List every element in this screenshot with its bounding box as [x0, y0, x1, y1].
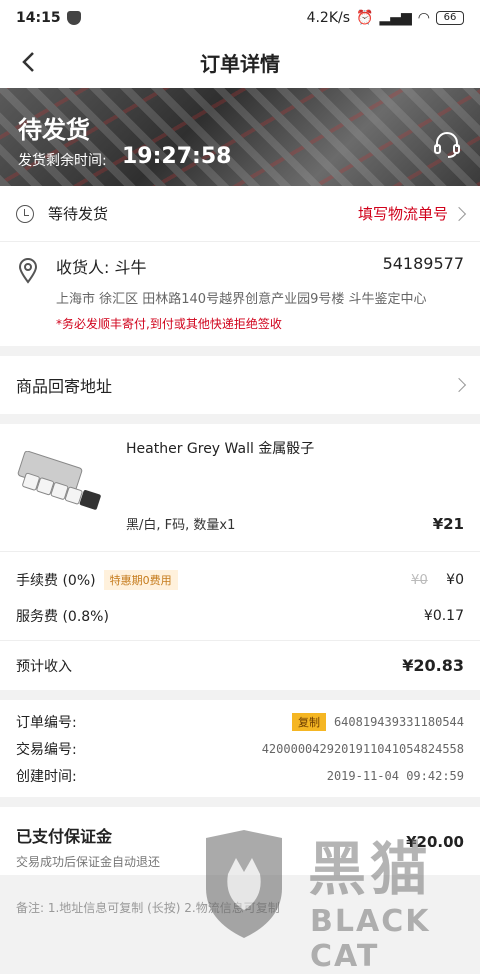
- clock-icon: [16, 204, 34, 223]
- divider: [0, 346, 480, 356]
- shield-icon: [66, 11, 81, 25]
- fill-tracking-number-label: 填写物流单号: [357, 205, 448, 223]
- shipping-warning: *务必发顺丰寄付,到付或其他快递拒绝签收: [56, 317, 282, 331]
- location-pin-icon: [18, 258, 38, 284]
- alarm-icon: ⏰: [356, 10, 374, 26]
- trade-number-row: 交易编号: 4200000429201911041054824558: [16, 735, 464, 762]
- product-card: Heather Grey Wall 金属骰子 黑/白, F码, 数量x1 ¥21…: [0, 424, 480, 690]
- recipient-name: 收货人: 斗牛: [56, 258, 147, 277]
- back-arrow-icon: [22, 52, 34, 72]
- countdown-timer: 19:27:58: [122, 144, 232, 169]
- order-info-card: 订单编号: 复制 640819439331180544 交易编号: 420000…: [0, 700, 480, 797]
- status-banner: 待发货 发货剩余时间: 19:27:58: [0, 88, 480, 186]
- expected-income-row: 预计收入 ¥20.83: [0, 640, 480, 690]
- back-button[interactable]: [14, 48, 42, 76]
- deposit-subtitle: 交易成功后保证金自动退还: [16, 855, 161, 869]
- copy-button[interactable]: 复制: [291, 712, 326, 731]
- handling-fee-value: ¥0: [446, 572, 464, 588]
- return-address-row[interactable]: 商品回寄地址: [0, 356, 480, 414]
- deposit-card: 已支付保证金 交易成功后保证金自动退还 ¥20.00: [0, 807, 480, 875]
- product-info: Heather Grey Wall 金属骰子 黑/白, F码, 数量x1 ¥21: [126, 438, 464, 537]
- address-detail: 上海市 徐汇区 田林路140号越界创意产业园9号楼 斗牛鉴定中心: [56, 292, 427, 307]
- net-speed: 4.2K/s: [306, 10, 351, 26]
- return-address-label: 商品回寄地址: [16, 377, 113, 396]
- product-image: [16, 438, 112, 534]
- chevron-right-icon: [451, 377, 467, 393]
- address-block[interactable]: 收货人: 斗牛 54189577 上海市 徐汇区 田林路140号越界创意产业园9…: [0, 242, 480, 346]
- product-item[interactable]: Heather Grey Wall 金属骰子 黑/白, F码, 数量x1 ¥21: [0, 424, 480, 552]
- handling-fee-row: 手续费 (0%) 特惠期0费用 ¥0 ¥0: [0, 562, 480, 598]
- status-bar: 14:15 4.2K/s ⏰ ▂▄▆ ◠ 66: [0, 0, 480, 36]
- shipping-status: 等待发货: [48, 205, 109, 223]
- deposit-amount: ¥20.00: [406, 833, 464, 851]
- handling-fee-values: ¥0 ¥0: [411, 572, 464, 588]
- shipping-card: 等待发货 填写物流单号 收货人: 斗牛 54189577 上海市 徐汇区 田林路…: [0, 186, 480, 346]
- timer-label: 发货剩余时间:: [18, 153, 107, 169]
- product-price: ¥21: [432, 515, 464, 533]
- divider: [0, 414, 480, 424]
- handling-fee-label: 手续费 (0%): [16, 573, 96, 589]
- battery-icon: 66: [436, 11, 464, 25]
- order-number: 640819439331180544: [333, 714, 464, 729]
- navbar: 订单详情: [0, 36, 480, 88]
- wifi-icon: ◠: [417, 10, 430, 26]
- created-time-label: 创建时间:: [16, 768, 77, 785]
- trade-number: 4200000429201911041054824558: [261, 741, 464, 756]
- expected-income-value: ¥20.83: [402, 656, 464, 675]
- created-time-row: 创建时间: 2019-11-04 09:42:59: [16, 762, 464, 789]
- order-status-title: 待发货: [18, 116, 90, 144]
- promo-tag: 特惠期0费用: [103, 570, 178, 590]
- service-fee-value: ¥0.17: [423, 608, 464, 624]
- shipping-status-row: 等待发货 填写物流单号: [0, 186, 480, 242]
- chevron-right-icon: [451, 206, 467, 221]
- signal-icon: ▂▄▆: [379, 10, 412, 26]
- status-right: 4.2K/s ⏰ ▂▄▆ ◠ 66: [307, 10, 464, 26]
- order-number-row: 订单编号: 复制 640819439331180544: [16, 708, 464, 735]
- service-fee-row: 服务费 (0.8%) ¥0.17: [0, 598, 480, 634]
- product-spec: 黑/白, F码, 数量x1: [126, 518, 236, 533]
- service-fee-label: 服务费 (0.8%): [16, 609, 109, 625]
- trade-number-label: 交易编号:: [16, 741, 77, 758]
- recipient-line: 收货人: 斗牛 54189577: [56, 254, 464, 278]
- created-time: 2019-11-04 09:42:59: [326, 768, 464, 783]
- dice-product-image: [17, 451, 101, 510]
- remarks-note: 备注: 1.地址信息可复制 (长按) 2.物流信息可复制: [16, 901, 280, 915]
- product-name: Heather Grey Wall 金属骰子: [126, 441, 315, 457]
- divider: [0, 797, 480, 807]
- expected-income-label: 预计收入: [16, 658, 72, 675]
- page-title: 订单详情: [200, 51, 280, 76]
- customer-service-icon[interactable]: [432, 130, 462, 160]
- divider: [0, 690, 480, 700]
- fill-tracking-number-link[interactable]: 填写物流单号: [357, 203, 467, 224]
- order-number-label: 订单编号:: [16, 714, 77, 731]
- recipient-phone: 54189577: [382, 254, 464, 273]
- deposit-title: 已支付保证金: [16, 827, 113, 846]
- status-time: 14:15: [16, 10, 61, 26]
- handling-fee-original: ¥0: [411, 573, 428, 588]
